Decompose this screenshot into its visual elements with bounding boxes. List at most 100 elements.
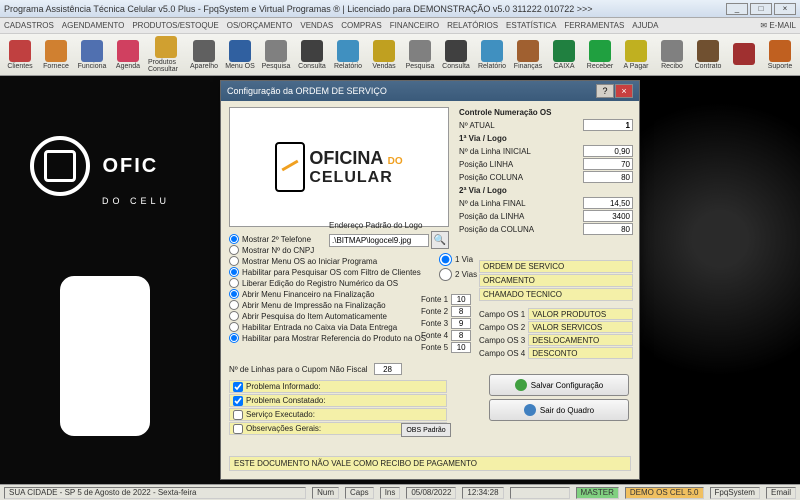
status-location: SUA CIDADE - SP 5 de Agosto de 2022 - Se… [4,487,306,499]
opt-4[interactable] [229,278,239,288]
check-3[interactable] [233,424,243,434]
menu-produtos[interactable]: PRODUTOS/ESTOQUE [132,21,218,30]
menu-relatorios[interactable]: RELATÓRIOS [447,21,498,30]
toolbar-pesquisa[interactable]: Pesquisa [260,40,292,70]
opt-0[interactable] [229,234,239,244]
toolbar-receber[interactable]: Receber [584,40,616,70]
via2-linha-final[interactable] [583,197,633,209]
close-button[interactable]: × [774,3,796,15]
toolbar-vendas[interactable]: Vendas [368,40,400,70]
dialog-help-button[interactable]: ? [596,84,614,98]
toolbar-icon [409,40,431,62]
toolbar-suporte[interactable]: Suporte [764,40,796,70]
menu-email[interactable]: ✉ E-MAIL [760,21,796,30]
exit-icon [524,404,536,416]
opt-1[interactable] [229,245,239,255]
toolbar-recibo[interactable]: Recibo [656,40,688,70]
menu-cadastros[interactable]: CADASTROS [4,21,54,30]
dialog-titlebar: Configuração da ORDEM DE SERVIÇO ? × [221,81,639,101]
toolbar-caixa[interactable]: CAIXA [548,40,580,70]
toolbar-btn20[interactable] [728,43,760,66]
toolbar-consulta[interactable]: Consulta [296,40,328,70]
via1-pos-linha[interactable] [583,158,633,170]
opt-9[interactable] [229,333,239,343]
campo-1-value[interactable]: VALOR PRODUTOS [528,308,633,320]
toolbar-icon [193,40,215,62]
menu-ajuda[interactable]: AJUDA [632,21,658,30]
opt-2[interactable] [229,256,239,266]
menu-agendamento[interactable]: AGENDAMENTO [62,21,125,30]
sair-button[interactable]: Sair do Quadro [489,399,629,421]
campo-3-value[interactable]: DESLOCAMENTO [528,334,633,346]
statusbar: SUA CIDADE - SP 5 de Agosto de 2022 - Se… [0,484,800,500]
opt-3[interactable] [229,267,239,277]
menu-vendas[interactable]: VENDAS [300,21,333,30]
toolbar-icon [445,40,467,62]
toolbar: ClientesForneceFuncionaAgendaProdutos Co… [0,34,800,76]
menu-ferramentas[interactable]: FERRAMENTAS [564,21,624,30]
toolbar-icon [589,40,611,62]
check-row-0: Problema Informado: [229,380,447,393]
opt-8[interactable] [229,322,239,332]
toolbar-icon [697,40,719,62]
fonte-4-input[interactable] [451,330,471,341]
via1-pos-coluna[interactable] [583,171,633,183]
obs-padrao-button[interactable]: OBS Padrão [401,423,451,437]
via1-radio[interactable] [439,253,452,266]
toolbar-clientes[interactable]: Clientes [4,40,36,70]
via1-linha-inicial[interactable] [583,145,633,157]
check-0[interactable] [233,382,243,392]
status-email[interactable]: Email [766,487,796,499]
fonte-5-input[interactable] [451,342,471,353]
status-fpq[interactable]: FpqSystem [710,487,760,499]
linhas-cupom-input[interactable] [374,363,402,375]
yellow-row-0[interactable]: ORDEM DE SERVICO [479,260,633,273]
menu-compras[interactable]: COMPRAS [341,21,381,30]
toolbar-agenda[interactable]: Agenda [112,40,144,70]
background-logo: OFIC DO CELU [30,136,170,206]
toolbar-relatório[interactable]: Relatório [332,40,364,70]
via2-radio[interactable] [439,268,452,281]
toolbar-contrato[interactable]: Contrato [692,40,724,70]
fonte-1-input[interactable] [451,294,471,305]
toolbar-fornece[interactable]: Fornece [40,40,72,70]
fonte-3-input[interactable] [451,318,471,329]
toolbar-menu-os[interactable]: Menu OS [224,40,256,70]
toolbar-aparelho[interactable]: Aparelho [188,40,220,70]
toolbar-finanças[interactable]: Finanças [512,40,544,70]
opt-5[interactable] [229,289,239,299]
toolbar-consulta[interactable]: Consulta [440,40,472,70]
content-area: OFIC DO CELU Configuração da ORDEM DE SE… [0,76,800,484]
maximize-button[interactable]: □ [750,3,772,15]
yellow-row-2[interactable]: CHAMADO TECNICO [479,288,633,301]
atual-input[interactable] [583,119,633,131]
yellow-row-1[interactable]: ORCAMENTO [479,274,633,287]
menu-os[interactable]: OS/ORÇAMENTO [227,21,293,30]
via2-pos-linha[interactable] [583,210,633,222]
toolbar-relatório[interactable]: Relatório [476,40,508,70]
toolbar-icon [769,40,791,62]
phone-icon [60,276,150,436]
campo-4-value[interactable]: DESCONTO [528,347,633,359]
menu-estatistica[interactable]: ESTATÍSTICA [506,21,556,30]
toolbar-produtos-consultar[interactable]: Produtos Consultar [148,36,184,73]
toolbar-icon [481,40,503,62]
toolbar-pesquisa[interactable]: Pesquisa [404,40,436,70]
footer-note: ESTE DOCUMENTO NÃO VALE COMO RECIBO DE P… [229,456,631,471]
toolbar-a-pagar[interactable]: A Pagar [620,40,652,70]
campo-2-value[interactable]: VALOR SERVICOS [528,321,633,333]
check-1[interactable] [233,396,243,406]
via2-pos-coluna[interactable] [583,223,633,235]
dialog-close-button[interactable]: × [615,84,633,98]
toolbar-icon [155,36,177,58]
status-num: Num [312,487,339,499]
opt-6[interactable] [229,300,239,310]
opt-7[interactable] [229,311,239,321]
fonte-2-input[interactable] [451,306,471,317]
check-2[interactable] [233,410,243,420]
config-dialog: Configuração da ORDEM DE SERVIÇO ? × OFI… [220,80,640,480]
minimize-button[interactable]: _ [726,3,748,15]
toolbar-funciona[interactable]: Funciona [76,40,108,70]
menu-financeiro[interactable]: FINANCEIRO [390,21,439,30]
salvar-button[interactable]: Salvar Configuração [489,374,629,396]
